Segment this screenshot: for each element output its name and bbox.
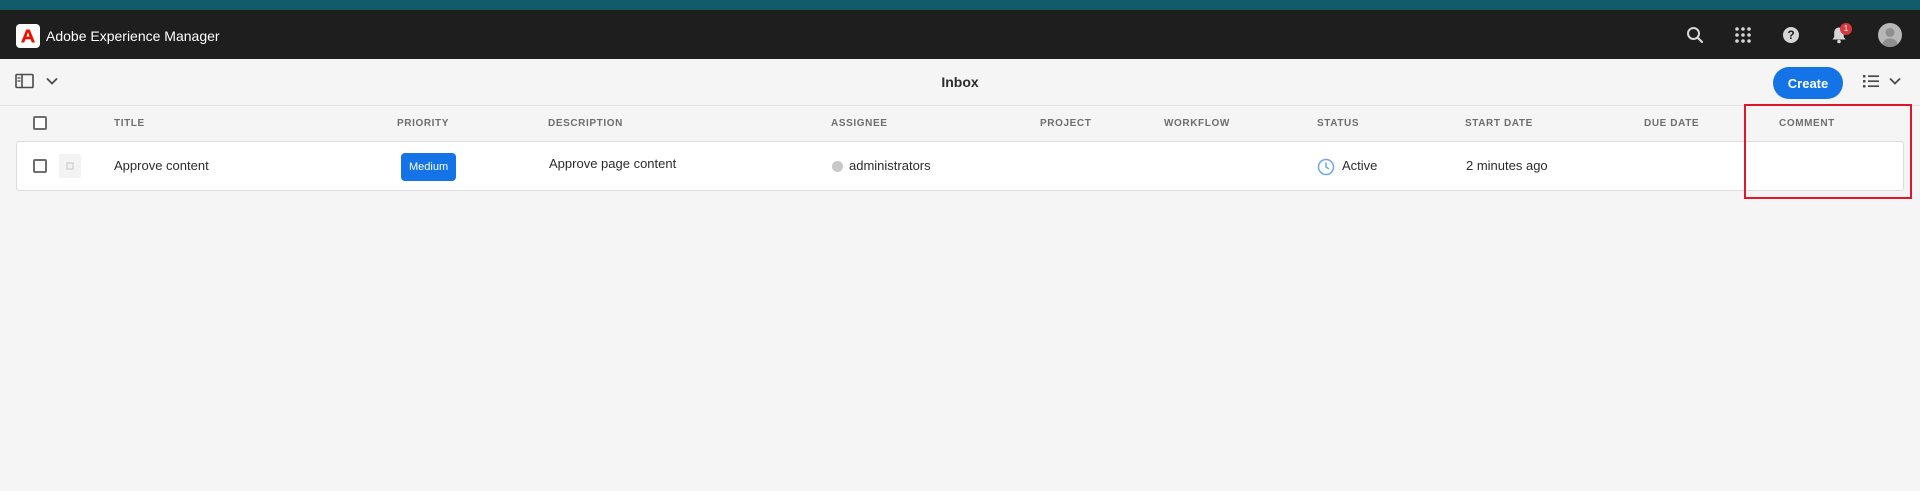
row-assignee: administrators <box>849 158 931 173</box>
create-button[interactable]: Create <box>1773 67 1843 99</box>
column-header-description[interactable]: DESCRIPTION <box>548 118 623 129</box>
column-header-title[interactable]: TITLE <box>114 118 145 129</box>
chevron-down-icon <box>46 77 58 85</box>
column-header-comment[interactable]: COMMENT <box>1779 118 1835 129</box>
action-bar: Inbox Create <box>0 59 1920 106</box>
chevron-down-icon <box>1889 77 1901 85</box>
column-header-workflow[interactable]: WORKFLOW <box>1164 118 1230 129</box>
table-row[interactable]: Approve content Medium Approve page cont… <box>16 141 1904 191</box>
list-view-icon <box>1863 75 1879 88</box>
top-navigation-bar: Adobe Experience Manager ? 1 <box>0 10 1920 59</box>
column-header-status[interactable]: STATUS <box>1317 118 1359 129</box>
help-icon[interactable]: ? <box>1778 22 1804 48</box>
table-header: TITLE PRIORITY DESCRIPTION ASSIGNEE PROJ… <box>0 106 1920 140</box>
column-header-project[interactable]: PROJECT <box>1040 118 1091 129</box>
page-title: Inbox <box>941 74 979 90</box>
row-checkbox[interactable] <box>33 159 47 173</box>
adobe-logo-icon <box>16 24 40 48</box>
accent-strip <box>0 0 1920 10</box>
apps-grid-icon[interactable] <box>1730 22 1756 48</box>
document-icon <box>66 162 74 170</box>
column-header-start-date[interactable]: START DATE <box>1465 118 1533 129</box>
rail-toggle-button[interactable] <box>15 73 59 89</box>
notifications-button[interactable]: 1 <box>1826 22 1852 48</box>
view-switcher-button[interactable] <box>1862 73 1902 89</box>
svg-text:?: ? <box>1787 28 1794 42</box>
user-profile-button[interactable] <box>1877 22 1903 48</box>
user-avatar <box>1878 23 1902 47</box>
row-title[interactable]: Approve content <box>114 158 209 173</box>
brand[interactable]: Adobe Experience Manager <box>16 24 220 48</box>
row-start-date: 2 minutes ago <box>1466 158 1548 173</box>
app-name: Adobe Experience Manager <box>46 28 220 44</box>
notification-count-badge: 1 <box>1840 23 1852 35</box>
column-header-assignee[interactable]: ASSIGNEE <box>831 118 887 129</box>
assignee-avatar-icon <box>832 161 843 172</box>
clock-icon <box>1317 158 1335 176</box>
search-icon[interactable] <box>1682 22 1708 48</box>
item-thumbnail <box>59 154 81 178</box>
priority-badge: Medium <box>401 153 457 181</box>
row-status: Active <box>1342 158 1378 173</box>
side-panel-icon <box>15 73 34 89</box>
column-header-due-date[interactable]: DUE DATE <box>1644 118 1699 129</box>
column-header-priority[interactable]: PRIORITY <box>397 118 449 129</box>
select-all-checkbox[interactable] <box>33 116 47 130</box>
row-description: Approve page content <box>549 156 677 171</box>
